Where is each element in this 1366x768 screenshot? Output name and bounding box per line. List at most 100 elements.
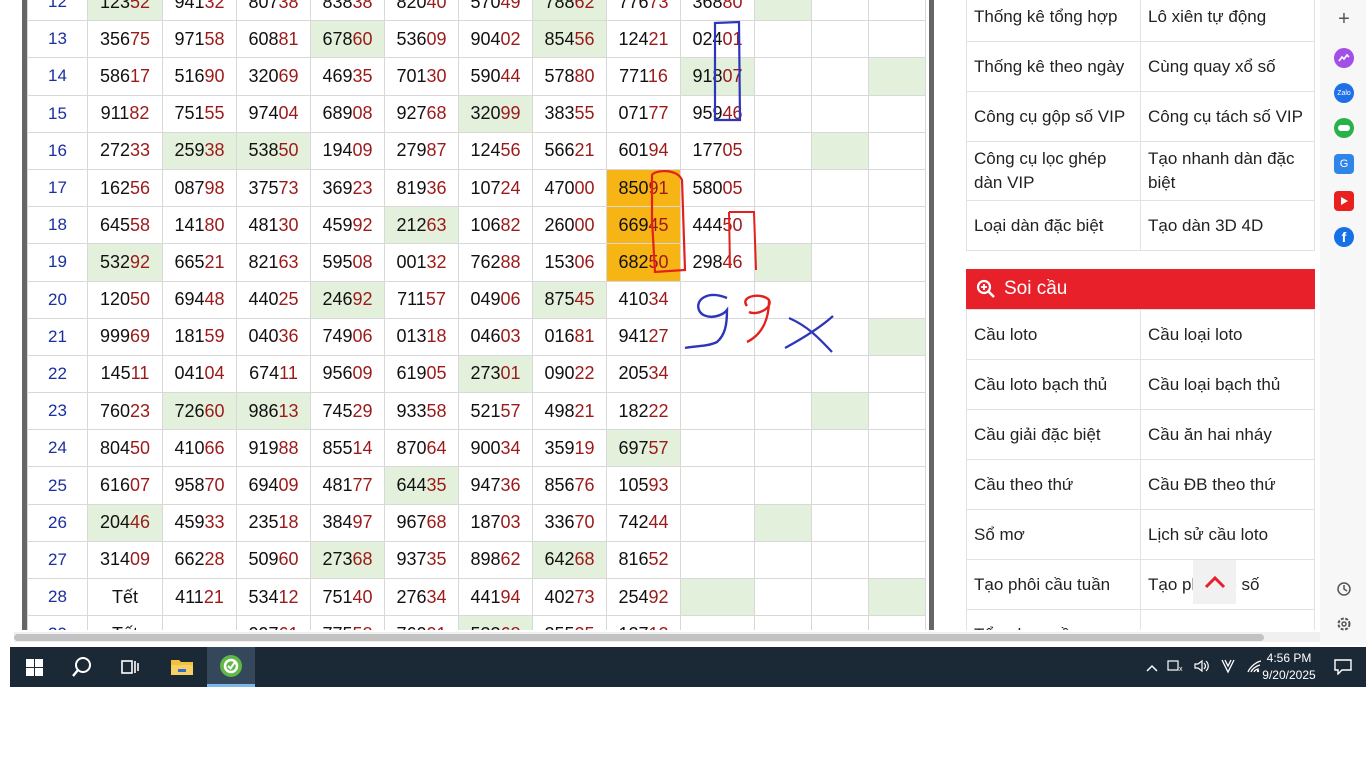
table-row: 13 35675 97158 60881 67860 53609 90402 85456 124… — [27, 20, 926, 59]
empty-cell — [811, 20, 869, 59]
result-suffix: 40 — [426, 0, 447, 12]
horizontal-scrollbar-thumb[interactable] — [14, 634, 1264, 641]
ime-icon[interactable]: x — [1163, 659, 1189, 676]
result-suffix: 91 — [648, 177, 669, 198]
horizontal-scrollbar[interactable] — [14, 632, 1320, 642]
facebook-icon[interactable]: f — [1334, 227, 1354, 247]
result-prefix: 375 — [248, 177, 279, 198]
menu-link[interactable]: Cầu loto bạch thủ — [966, 359, 1141, 410]
menu-link[interactable]: Cầu loto — [966, 309, 1141, 360]
add-icon[interactable]: + — [1334, 8, 1354, 30]
menu-link[interactable]: Cầu theo thứ — [966, 459, 1141, 510]
menu-link[interactable]: Tạo nhanh dàn đặc biệt — [1140, 141, 1315, 201]
result-prefix: 590 — [470, 65, 501, 86]
result-prefix: 105 — [618, 475, 649, 496]
menu-link[interactable]: Cầu ăn hai nháy — [1140, 409, 1315, 460]
empty-cell — [754, 57, 812, 96]
task-view-button[interactable] — [106, 647, 154, 687]
notifications-button[interactable] — [1322, 647, 1364, 687]
result-suffix: 87 — [426, 140, 447, 161]
result-suffix: 50 — [648, 251, 669, 272]
taskbar-clock[interactable]: 4:56 PM 9/20/2025 — [1257, 650, 1321, 684]
menu-link[interactable]: Tổng hợp cầu — [966, 609, 1141, 630]
search-button[interactable] — [58, 647, 106, 687]
translate-icon[interactable]: G — [1334, 154, 1354, 174]
menu-link[interactable]: Công cụ tách số VIP — [1140, 91, 1315, 142]
system-tray: x — [1141, 647, 1267, 687]
result-cell: 46935 — [310, 57, 385, 96]
settings-gear-icon[interactable] — [1334, 614, 1354, 634]
coccoc-browser-button[interactable] — [207, 647, 255, 687]
result-prefix: 087 — [174, 177, 205, 198]
result-suffix: 38 — [278, 0, 299, 12]
menu-link[interactable]: Tạo phôi cầu tuần — [966, 559, 1141, 610]
menu-link[interactable]: Loại dàn đặc biệt — [966, 200, 1141, 251]
result-suffix: 66 — [204, 437, 225, 458]
menu-link[interactable]: Thống kê tổng hợp — [966, 0, 1141, 42]
result-cell: 49821 — [532, 392, 607, 431]
result-prefix: 956 — [322, 363, 353, 384]
menu-link[interactable]: Cầu ĐB theo thứ — [1140, 459, 1315, 510]
menu-link[interactable]: Cầu loại loto — [1140, 309, 1315, 360]
history-icon[interactable] — [1334, 579, 1354, 599]
result-suffix: 36 — [426, 177, 447, 198]
result-prefix: 999 — [99, 326, 130, 347]
result-suffix: 98 — [204, 177, 225, 198]
menu-link[interactable]: Công cụ gộp số VIP — [966, 91, 1141, 142]
menu-link[interactable]: Sổ mơ — [966, 509, 1141, 560]
day-number: 27 — [27, 540, 88, 580]
search-plus-icon — [976, 279, 995, 298]
result-prefix: 904 — [470, 28, 501, 49]
back-to-top-button[interactable] — [1193, 560, 1236, 604]
result-suffix: 09 — [352, 140, 373, 161]
day-number: 25 — [27, 466, 88, 505]
result-suffix: 73 — [574, 586, 595, 607]
vpn-icon[interactable] — [1215, 658, 1241, 677]
result-suffix: 64 — [426, 437, 447, 458]
menu-link[interactable]: Cầu loại bạch thủ — [1140, 359, 1315, 410]
chevron-up-tray-icon[interactable] — [1141, 659, 1163, 675]
result-suffix: 50 — [278, 140, 299, 161]
result-cell: 95609 — [310, 354, 385, 394]
result-suffix: 38 — [352, 0, 373, 12]
result-cell: 53292 — [87, 243, 163, 282]
result-cell: 41121 — [162, 577, 237, 617]
result-prefix: 040 — [248, 326, 279, 347]
zalo-icon[interactable]: Zalo — [1334, 83, 1354, 103]
result-cell: 08798 — [162, 168, 237, 208]
result-prefix: 402 — [544, 586, 575, 607]
menu-link[interactable]: Công cụ lọc ghép dàn VIP — [966, 141, 1141, 201]
result-suffix: 56 — [130, 177, 151, 198]
result-prefix: 595 — [322, 251, 353, 272]
messenger-icon[interactable] — [1334, 48, 1354, 68]
day-number: 17 — [27, 168, 88, 208]
result-prefix: 959 — [692, 103, 723, 124]
search-icon — [72, 657, 91, 677]
menu-link[interactable]: Lô xiên tự động — [1140, 0, 1315, 42]
start-button[interactable] — [10, 647, 58, 687]
result-prefix: 608 — [248, 28, 279, 49]
menu-link[interactable]: Cùng quay xổ số — [1140, 41, 1315, 92]
empty-cell — [868, 429, 926, 468]
empty-cell — [811, 206, 869, 245]
youtube-icon[interactable] — [1334, 191, 1354, 211]
result-cell: 77558 — [310, 615, 385, 630]
menu-link[interactable]: Tạo dàn 3D 4D — [1140, 200, 1315, 251]
result-cell: 94132 — [162, 0, 237, 22]
result-suffix: 09 — [278, 475, 299, 496]
result-cell: 04036 — [236, 317, 311, 356]
game-icon[interactable] — [1334, 118, 1354, 138]
volume-icon[interactable] — [1189, 659, 1215, 676]
menu-link[interactable]: Thống kê theo ngày — [966, 41, 1141, 92]
day-number: 22 — [27, 354, 88, 394]
file-explorer-button[interactable] — [158, 647, 206, 687]
result-suffix: 21 — [648, 28, 669, 49]
result-suffix: 60 — [352, 28, 373, 49]
result-cell: 44194 — [458, 577, 533, 617]
result-prefix: 141 — [174, 214, 205, 235]
clock-date: 9/20/2025 — [1262, 668, 1316, 682]
menu-link[interactable]: Cầu giải đặc biệt — [966, 409, 1141, 460]
menu-link[interactable]: Lịch sử cầu loto — [1140, 509, 1315, 560]
result-cell: 85514 — [310, 429, 385, 468]
result-suffix: 81 — [278, 28, 299, 49]
